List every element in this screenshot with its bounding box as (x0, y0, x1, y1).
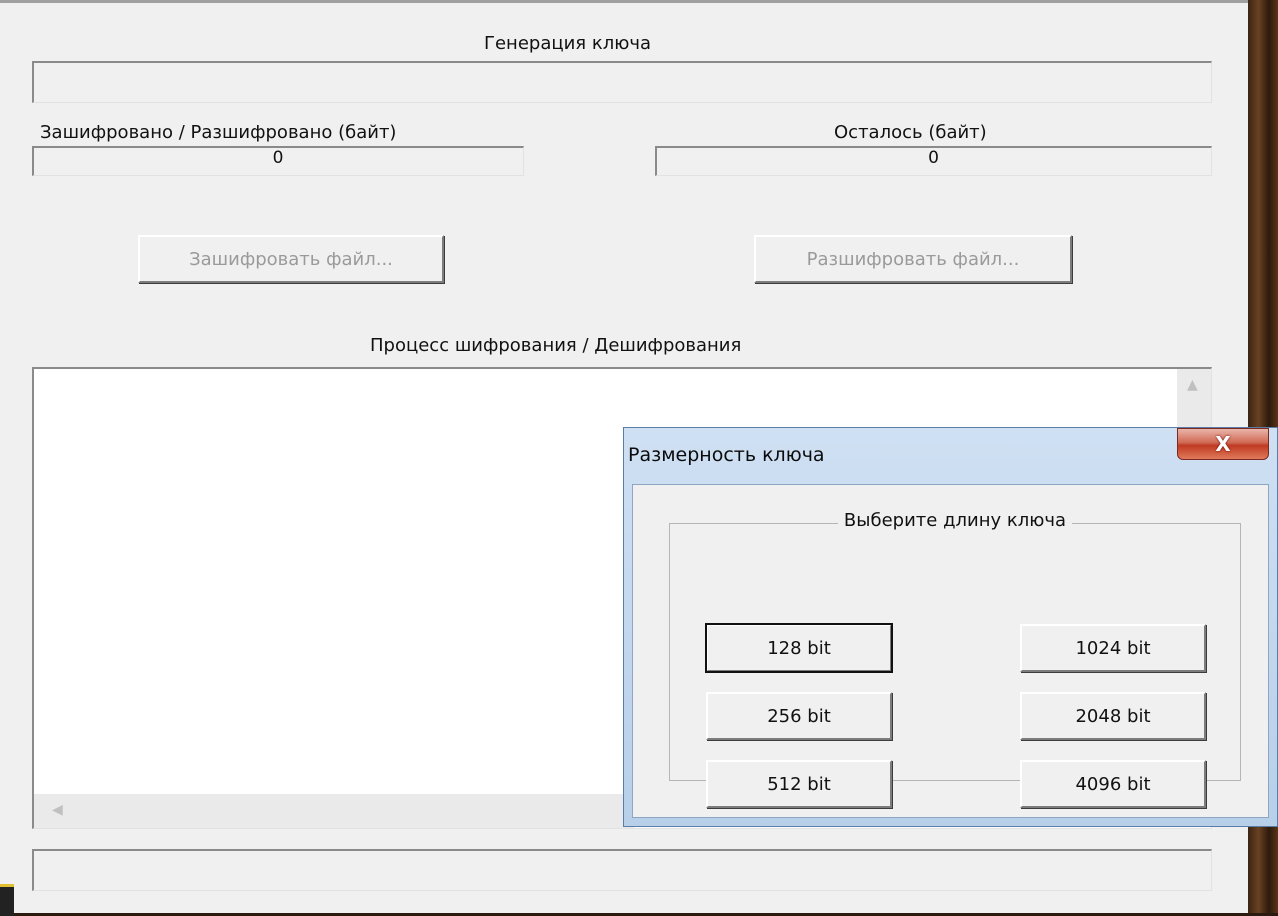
group-label: Выберите длину ключа (837, 510, 1073, 531)
encrypted-bytes-field: 0 (32, 146, 524, 176)
close-icon: X (1215, 432, 1231, 456)
dialog-client-area: Выберите длину ключа 128 bit 256 bit 512… (632, 484, 1269, 818)
process-label: Процесс шифрования / Дешифрования (370, 335, 742, 356)
decrypt-file-button[interactable]: Разшифровать файл... (754, 235, 1072, 283)
close-button[interactable]: X (1177, 428, 1269, 460)
status-bar-field (32, 849, 1212, 891)
key-generation-progress (32, 61, 1212, 103)
key-generation-label: Генерация ключа (484, 33, 652, 54)
key-size-dialog: Размерность ключа X Выберите длину ключа… (623, 427, 1278, 827)
encrypt-file-button[interactable]: Зашифровать файл... (138, 235, 444, 283)
dialog-title: Размерность ключа (628, 444, 825, 466)
key-512-button[interactable]: 512 bit (706, 760, 892, 808)
group-legend: Выберите длину ключа (670, 510, 1240, 531)
corner-artifact (0, 884, 14, 916)
remaining-bytes-value: 0 (928, 148, 939, 168)
key-length-groupbox: Выберите длину ключа 128 bit 256 bit 512… (669, 510, 1241, 808)
remaining-bytes-field: 0 (655, 146, 1212, 176)
key-1024-button[interactable]: 1024 bit (1020, 624, 1206, 672)
key-128-button[interactable]: 128 bit (705, 623, 893, 673)
key-256-button[interactable]: 256 bit (706, 692, 892, 740)
encrypted-bytes-label: Зашифровано / Разшифровано (байт) (40, 122, 397, 143)
encrypted-bytes-value: 0 (272, 148, 284, 168)
key-4096-button[interactable]: 4096 bit (1020, 760, 1206, 808)
horizontal-scrollbar[interactable]: ◀ (34, 794, 634, 828)
dialog-titlebar[interactable]: Размерность ключа X (624, 428, 1277, 478)
remaining-bytes-label: Осталось (байт) (834, 122, 987, 143)
scroll-up-arrow-icon[interactable]: ▲ (1187, 377, 1198, 393)
key-2048-button[interactable]: 2048 bit (1020, 692, 1206, 740)
scroll-left-arrow-icon[interactable]: ◀ (52, 802, 63, 818)
